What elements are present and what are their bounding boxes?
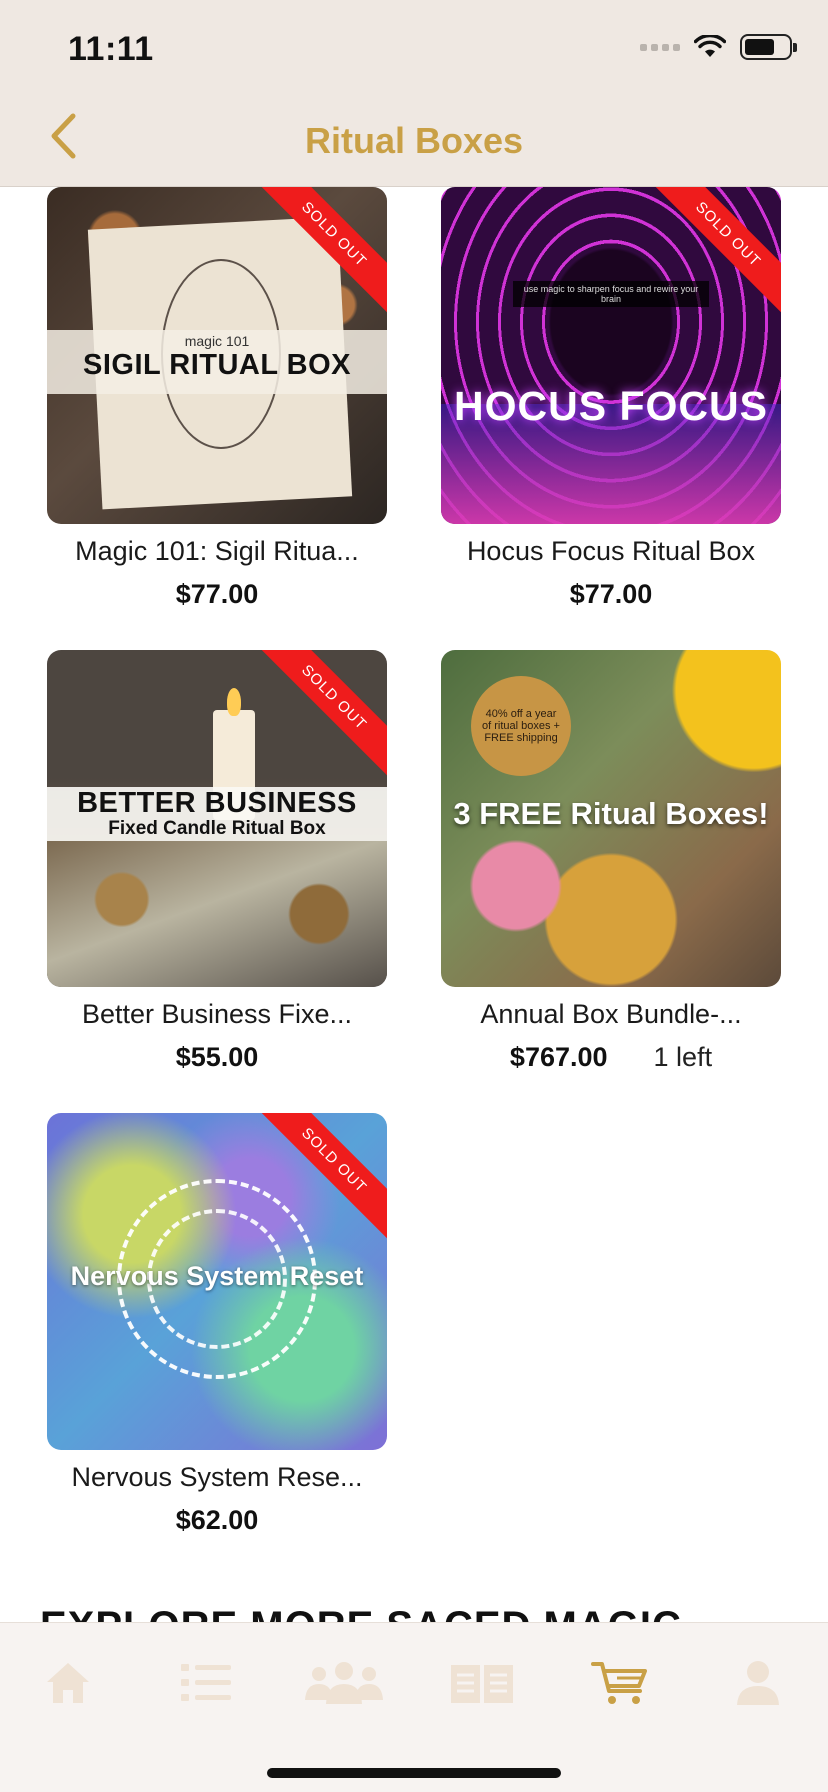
product-price: $77.00 <box>569 579 653 609</box>
price-row: $77.00 <box>441 579 781 610</box>
product-price: $55.00 <box>175 1042 259 1072</box>
product-card-hocus-focus[interactable]: use magic to sharpen focus and rewire yo… <box>441 187 781 610</box>
product-image: use magic to sharpen focus and rewire yo… <box>441 187 781 524</box>
cart-icon <box>591 1662 647 1704</box>
sold-out-ribbon: SOLD OUT <box>257 1113 387 1243</box>
price-row: $77.00 <box>47 579 387 610</box>
home-indicator <box>267 1768 561 1778</box>
product-image: Nervous System Reset SOLD OUT <box>47 1113 387 1450</box>
price-row: $55.00 <box>47 1042 387 1073</box>
list-icon <box>181 1664 231 1701</box>
money-pile <box>47 841 387 987</box>
sold-out-ribbon: SOLD OUT <box>257 187 387 317</box>
tab-cart[interactable] <box>575 1653 665 1713</box>
price-row: $62.00 <box>47 1505 387 1536</box>
battery-icon <box>740 34 797 60</box>
tab-book[interactable] <box>437 1653 527 1713</box>
product-name: Nervous System Rese... <box>71 1462 363 1492</box>
tab-home[interactable] <box>23 1653 113 1713</box>
top-bar: 11:11 Ritual Boxes <box>0 0 828 187</box>
product-image: BETTER BUSINESS Fixed Candle Ritual Box … <box>47 650 387 987</box>
sold-out-ribbon: SOLD OUT <box>651 187 781 317</box>
product-price: $62.00 <box>175 1505 259 1535</box>
product-name: Magic 101: Sigil Ritua... <box>75 536 359 566</box>
price-row: $767.00 1 left <box>441 1042 781 1073</box>
discount-badge: 40% off a year of ritual boxes + FREE sh… <box>471 676 571 776</box>
status-time: 11:11 <box>68 30 154 68</box>
product-price: $767.00 <box>509 1042 608 1072</box>
community-icon <box>305 1662 383 1704</box>
image-caption: Nervous System Reset <box>70 1261 364 1291</box>
product-name: Better Business Fixe... <box>81 999 353 1029</box>
cellular-signal-icon <box>640 43 680 51</box>
product-price: $77.00 <box>175 579 259 609</box>
product-name: Hocus Focus Ritual Box <box>466 536 756 566</box>
image-caption: BETTER BUSINESS Fixed Candle Ritual Box <box>47 787 387 841</box>
sold-out-ribbon: SOLD OUT <box>257 650 387 780</box>
tab-profile[interactable] <box>713 1653 803 1713</box>
product-image: magic 101 SIGIL RITUAL BOX SOLD OUT <box>47 187 387 524</box>
product-name: Annual Box Bundle-... <box>480 999 742 1029</box>
image-caption: HOCUS FOCUS <box>454 383 768 429</box>
flame-shape <box>227 688 241 716</box>
product-card-sigil[interactable]: magic 101 SIGIL RITUAL BOX SOLD OUT Magi… <box>47 187 387 610</box>
tab-list[interactable] <box>161 1653 251 1713</box>
page-title: Ritual Boxes <box>304 120 524 161</box>
tab-community[interactable] <box>299 1653 389 1713</box>
product-card-annual-bundle[interactable]: 40% off a year of ritual boxes + FREE sh… <box>441 650 781 1073</box>
profile-icon <box>737 1661 779 1705</box>
book-icon <box>451 1665 513 1703</box>
stock-count: 1 left <box>653 1042 713 1072</box>
image-caption: 3 FREE Ritual Boxes! <box>453 796 769 831</box>
status-icons <box>640 34 797 60</box>
product-card-better-business[interactable]: BETTER BUSINESS Fixed Candle Ritual Box … <box>47 650 387 1073</box>
screen: 11:11 Ritual Boxes magic 101 SIGIL RITUA… <box>0 0 828 1792</box>
home-icon <box>47 1663 89 1703</box>
product-image: 40% off a year of ritual boxes + FREE sh… <box>441 650 781 987</box>
product-card-nervous-system[interactable]: Nervous System Reset SOLD OUT Nervous Sy… <box>47 1113 387 1536</box>
image-caption: magic 101 SIGIL RITUAL BOX <box>47 330 387 394</box>
wifi-icon <box>694 35 726 57</box>
tab-bar <box>0 1622 828 1792</box>
